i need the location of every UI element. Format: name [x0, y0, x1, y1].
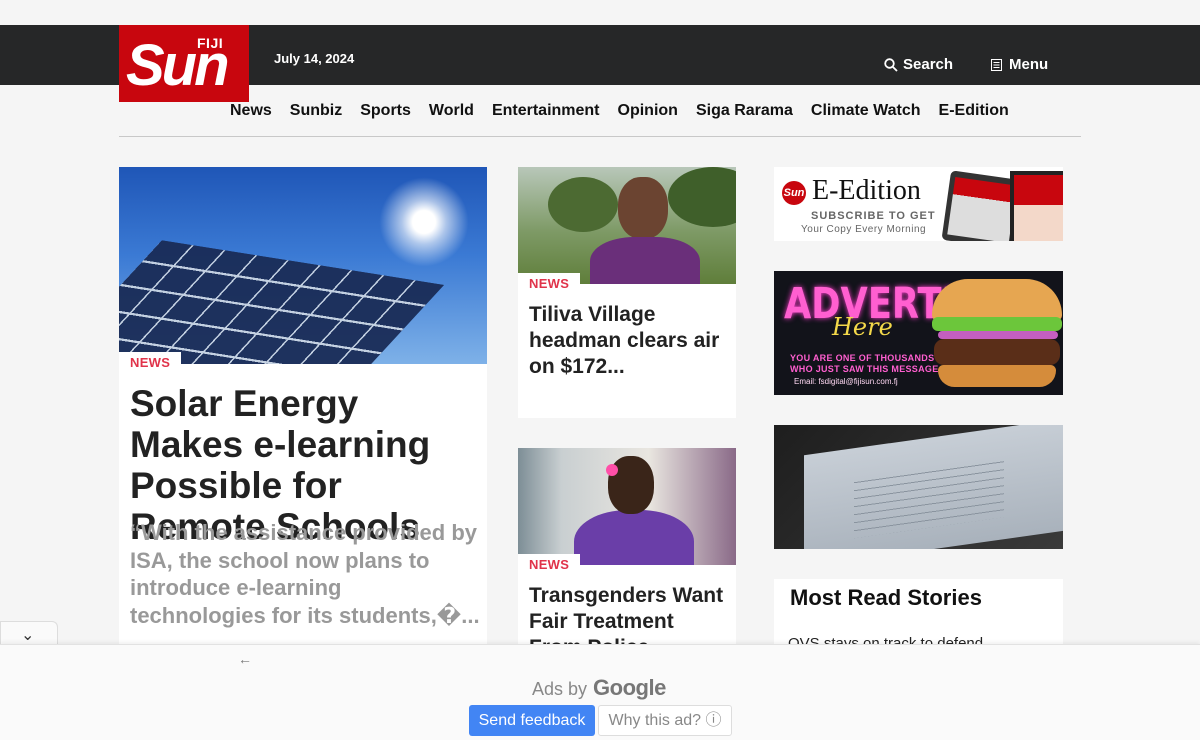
- eedition-ad-title: E-Edition: [812, 175, 921, 206]
- fiji-sun-logo[interactable]: FIJI Sun: [119, 25, 249, 102]
- person-body-graphic: [590, 237, 700, 284]
- eedition-ad-subtitle: SUBSCRIBE TO GET: [811, 210, 936, 222]
- video-ad[interactable]: [774, 425, 1063, 549]
- sun-graphic: [379, 177, 469, 267]
- person-head-graphic: [618, 177, 668, 239]
- story-image-woman[interactable]: [518, 448, 736, 565]
- send-feedback-button[interactable]: Send feedback: [469, 705, 595, 736]
- nav-item-sunbiz[interactable]: Sunbiz: [290, 102, 342, 120]
- eedition-ad[interactable]: Sun E-Edition SUBSCRIBE TO GET Your Copy…: [774, 167, 1063, 241]
- back-arrow-icon[interactable]: ←: [238, 651, 252, 667]
- nav-item-climate-watch[interactable]: Climate Watch: [811, 102, 921, 120]
- tree-graphic: [548, 177, 618, 232]
- nav-item-opinion[interactable]: Opinion: [618, 102, 678, 120]
- story-card-transgenders[interactable]: NEWS Transgenders Want Fair Treatment Fr…: [518, 448, 736, 659]
- main-story-excerpt: “With the assistance provided by ISA, th…: [130, 520, 480, 628]
- story-category[interactable]: NEWS: [518, 554, 581, 574]
- search-icon: [884, 57, 898, 72]
- most-read-heading: Most Read Stories: [790, 585, 982, 610]
- story-card-tiliva[interactable]: NEWS Tiliva Village headman clears air o…: [518, 167, 736, 418]
- ads-by-label: Ads by: [532, 679, 588, 699]
- story-category[interactable]: NEWS: [518, 273, 581, 293]
- advertise-line-2: WHO JUST SAW THIS MESSAGE: [790, 364, 939, 374]
- person-body-graphic: [574, 510, 694, 565]
- ads-by-google: Ads by Google: [532, 675, 666, 701]
- advertise-email: Email: fsdigital@fijisun.com.fj: [794, 377, 898, 386]
- burger-graphic: [932, 279, 1062, 389]
- eedition-ad-tagline: Your Copy Every Morning: [801, 224, 927, 235]
- solar-panel-image[interactable]: [119, 167, 487, 364]
- sun-logo-icon: Sun: [782, 181, 806, 205]
- chevron-down-icon: ⌄: [21, 627, 35, 644]
- advertise-ad[interactable]: ADVERTISE Here YOU ARE ONE OF THOUSANDS …: [774, 271, 1063, 395]
- search-label: Search: [903, 56, 954, 73]
- solar-panel-graphic: [119, 240, 444, 364]
- nav-item-entertainment[interactable]: Entertainment: [492, 102, 600, 120]
- laptop-screen-graphic: [804, 425, 1063, 549]
- search-button[interactable]: Search: [884, 56, 953, 73]
- google-logo: Google: [593, 675, 666, 700]
- why-this-ad-button[interactable]: Why this ad? ⓘ: [598, 705, 732, 736]
- main-story-category[interactable]: NEWS: [119, 352, 182, 372]
- tree-graphic: [668, 167, 736, 227]
- tablet-graphic: [1010, 171, 1063, 241]
- flower-graphic: [606, 464, 618, 476]
- current-date: July 14, 2024: [274, 51, 355, 66]
- menu-button[interactable]: Menu: [991, 56, 1048, 73]
- nav-item-e-edition[interactable]: E-Edition: [939, 102, 1009, 120]
- google-ad-bar: ← Ads by Google Send feedback Why this a…: [0, 644, 1200, 740]
- nav-item-sports[interactable]: Sports: [360, 102, 411, 120]
- nav-item-world[interactable]: World: [429, 102, 474, 120]
- story-image-headman[interactable]: [518, 167, 736, 284]
- nav-item-siga-rarama[interactable]: Siga Rarama: [696, 102, 793, 120]
- nav-divider: [119, 136, 1081, 137]
- story-title[interactable]: Tiliva Village headman clears air on $17…: [529, 302, 729, 380]
- logo-sun-text: Sun: [126, 33, 230, 98]
- menu-label: Menu: [1009, 56, 1049, 73]
- advertise-line-1: YOU ARE ONE OF THOUSANDS: [790, 353, 935, 363]
- main-nav: News Sunbiz Sports World Entertainment O…: [230, 102, 1027, 120]
- main-story-card[interactable]: NEWS Solar Energy Makes e-learning Possi…: [119, 167, 487, 667]
- nav-item-news[interactable]: News: [230, 102, 272, 120]
- advertise-script: Here: [832, 313, 893, 341]
- menu-icon: [991, 58, 1002, 71]
